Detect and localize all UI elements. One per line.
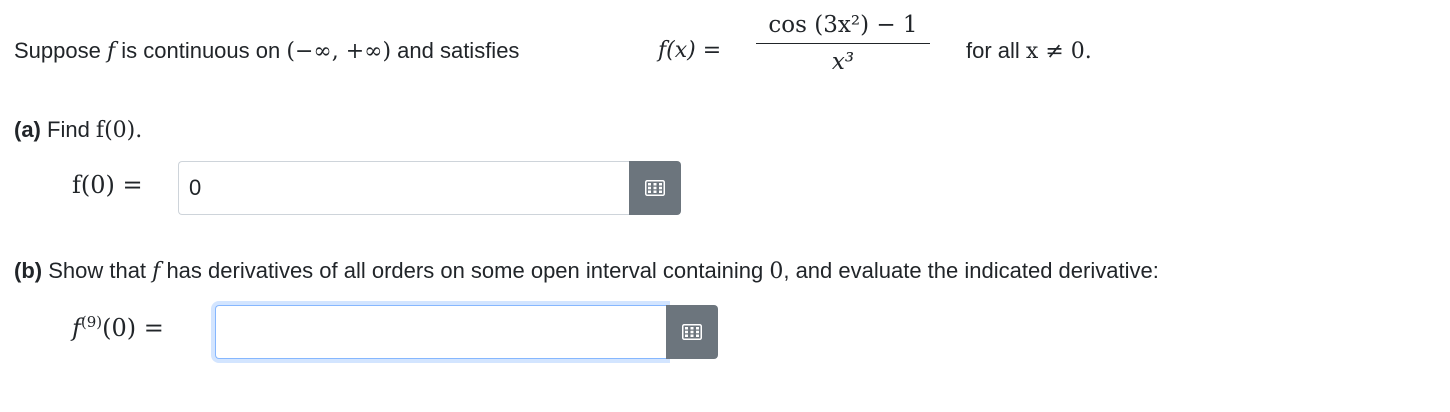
answer-b-keypad-button[interactable] (666, 305, 718, 359)
problem-statement: Suppose f is continuous on (−∞, +∞) and … (14, 38, 519, 64)
answer-a-label: f(0) = (72, 171, 143, 199)
fraction-bar (756, 43, 930, 44)
keypad-grid-icon (682, 324, 702, 340)
answer-a-input-group (178, 161, 681, 215)
intro-text-1: Suppose (14, 38, 107, 63)
fraction-denominator: x³ (831, 49, 855, 75)
part-b-zero: 0 (769, 259, 784, 284)
part-b-tag: (b) (14, 258, 43, 283)
answer-b-label-f: f (72, 314, 81, 342)
answer-b-label: f(9)(0) = (72, 313, 164, 342)
part-b-prompt-text-2: has derivatives of all orders on some op… (160, 258, 770, 283)
condition-text: for all x ≠ 0. (966, 38, 1092, 64)
answer-b-label-rest: (0) = (102, 314, 164, 342)
answer-a-input[interactable] (178, 161, 629, 215)
intro-text-2: is continuous on (115, 38, 287, 63)
part-a-prompt-text: Find (40, 117, 96, 142)
for-all-text: for all (966, 38, 1026, 63)
intro-text-3: and satisfies (391, 38, 520, 63)
fraction-numerator: cos (3x²) − 1 (768, 12, 918, 38)
fraction: cos (3x²) − 1 x³ (756, 10, 930, 77)
part-a-prompt-math: f(0). (95, 118, 143, 143)
answer-b-label-order: (9) (80, 313, 103, 331)
f-symbol: f (106, 39, 116, 64)
condition-math: x ≠ 0. (1025, 39, 1092, 64)
answer-a-keypad-button[interactable] (629, 161, 681, 215)
answer-b-input[interactable] (215, 305, 666, 359)
part-b-prompt: (b) Show that f has derivatives of all o… (14, 258, 1159, 284)
part-b-prompt-text-3: , and evaluate the indicated derivative: (783, 258, 1159, 283)
answer-b-input-group (215, 305, 718, 359)
keypad-grid-icon (645, 180, 665, 196)
part-b-prompt-text-1: Show that (42, 258, 153, 283)
interval: (−∞, +∞) (286, 39, 392, 64)
f-of-x-label: f(x) = (658, 38, 722, 63)
part-a-prompt: (a) Find f(0). (14, 117, 142, 143)
part-a-tag: (a) (14, 117, 41, 142)
